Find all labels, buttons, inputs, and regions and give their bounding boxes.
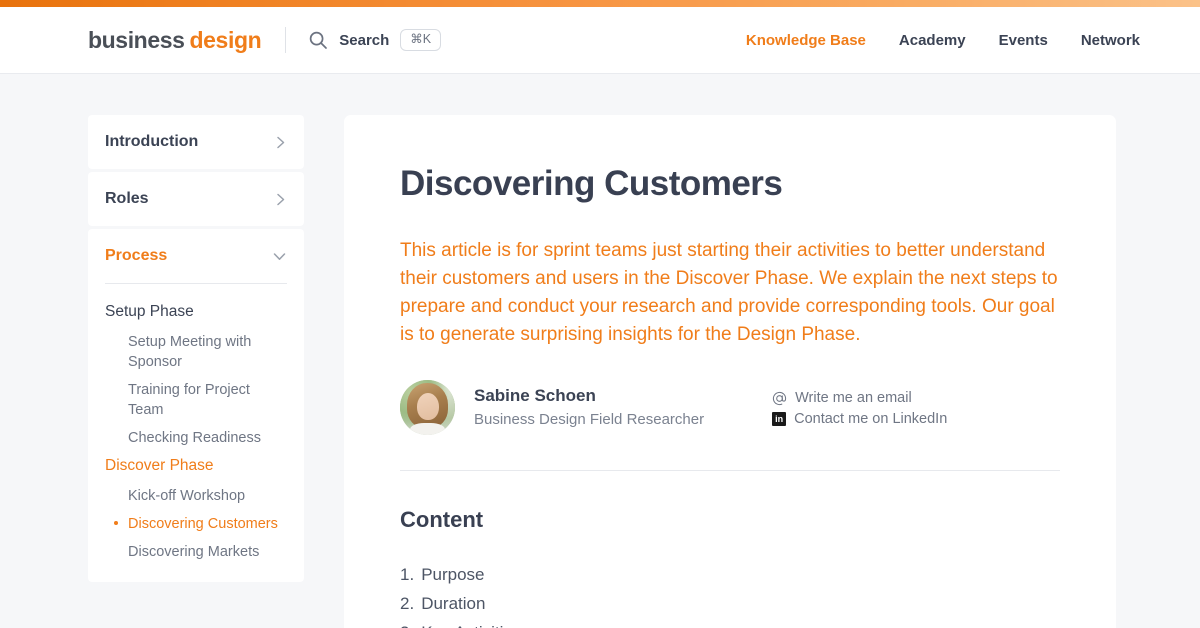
chevron-right-icon [277,136,285,148]
toc-number: 3. [400,619,414,628]
search-button[interactable]: Search ⌘K [308,29,442,51]
sidebar-section-introduction: Introduction [88,115,304,169]
sidebar-navigation: Introduction Roles Process Setup Phase S… [88,115,304,628]
sidebar-section-title-roles: Roles [105,190,149,207]
article-card: Discovering Customers This article is fo… [344,115,1116,628]
chevron-down-icon [273,252,286,260]
sidebar-item-kick-off-workshop[interactable]: Kick-off Workshop [105,482,287,510]
sidebar-section-title-introduction: Introduction [105,133,199,150]
search-shortcut-badge[interactable]: ⌘K [400,29,442,51]
sidebar-section-process: Process Setup Phase Setup Meeting with S… [88,229,304,582]
avatar-face [417,393,439,421]
toc-link-duration[interactable]: Duration [421,590,485,619]
top-accent-bar [0,0,1200,7]
toc-link-purpose[interactable]: Purpose [421,561,484,590]
contact-link-linkedin-label: Contact me on LinkedIn [794,411,948,428]
avatar [400,380,455,436]
sidebar-process-list: Setup Phase Setup Meeting with Sponsor T… [88,284,304,582]
sidebar-item-discovering-markets[interactable]: Discovering Markets [105,538,287,566]
sidebar-group-discover-phase[interactable]: Discover Phase [105,452,287,482]
sidebar-item-training-for-project-team[interactable]: Training for Project Team [105,376,287,424]
list-item: 2. Duration [400,590,1060,619]
author-text: Sabine Schoen Business Design Field Rese… [474,384,704,431]
contact-link-linkedin[interactable]: in Contact me on LinkedIn [772,411,947,427]
main-navigation: Knowledge Base Academy Events Network [746,32,1140,49]
toc-link-key-activities[interactable]: Key Activities [421,619,521,628]
chevron-right-icon [277,193,285,205]
contact-link-email[interactable]: Write me an email [772,390,947,406]
search-label: Search [339,31,390,49]
linkedin-icon: in [772,412,787,427]
at-icon [773,391,787,406]
list-item: 1. Purpose [400,561,1060,590]
sidebar-section-title-process: Process [105,247,168,264]
sidebar-item-discovering-customers[interactable]: Discovering Customers [105,510,287,538]
article-lead-paragraph: This article is for sprint teams just st… [400,240,1058,346]
content-divider [400,470,1060,472]
page-title: Discovering Customers [400,164,783,203]
logo-text-business: business [88,26,185,53]
nav-item-events[interactable]: Events [999,32,1048,49]
page-body: Introduction Roles Process Setup Phase S… [0,74,1200,628]
logo-text-design: design [189,26,262,53]
avatar-body [410,423,445,436]
toc-number: 2. [400,593,415,613]
author-block: Sabine Schoen Business Design Field Rese… [400,380,1060,436]
sidebar-section-roles: Roles [88,172,304,226]
author-name: Sabine Schoen [474,386,596,406]
list-item: 3. Key Activities [400,619,1060,628]
content-heading: Content [400,507,484,533]
sidebar-item-setup-meeting-with-sponsor[interactable]: Setup Meeting with Sponsor [105,328,287,376]
sidebar-section-header-roles[interactable]: Roles [88,172,304,226]
sidebar-section-header-introduction[interactable]: Introduction [88,115,304,169]
site-logo[interactable]: business design [88,26,262,54]
search-icon [310,31,328,49]
sidebar-item-checking-readiness[interactable]: Checking Readiness [105,424,287,452]
nav-item-network[interactable]: Network [1081,32,1140,49]
site-header: business design Search ⌘K Knowledge Base … [0,7,1200,74]
sidebar-section-header-process[interactable]: Process [88,229,304,283]
header-divider [285,27,287,53]
table-of-contents: 1. Purpose 2. Duration 3. Key Activities… [400,561,1060,628]
contact-link-email-label: Write me an email [795,390,912,407]
nav-item-academy[interactable]: Academy [899,32,966,49]
author-role: Business Design Field Researcher [474,411,705,428]
toc-number: 1. [400,565,415,585]
nav-item-knowledge-base[interactable]: Knowledge Base [746,32,866,49]
sidebar-group-setup-phase[interactable]: Setup Phase [105,298,287,328]
author-contact-links: Write me an email in Contact me on Linke… [772,388,947,427]
